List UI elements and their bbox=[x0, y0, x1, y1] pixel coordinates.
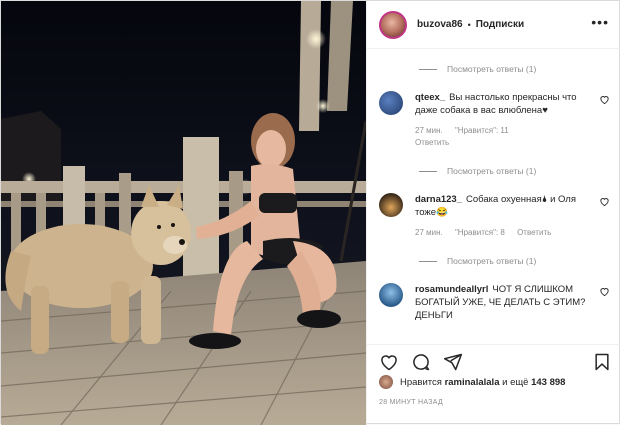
likes-summary: Нравится raminalalala и ещё 143 898 bbox=[379, 375, 565, 389]
comment-likes[interactable]: "Нравится": 8 bbox=[455, 228, 505, 237]
liker-avatar[interactable] bbox=[379, 375, 393, 389]
comment-avatar[interactable] bbox=[379, 193, 403, 217]
heart-icon[interactable] bbox=[379, 352, 399, 372]
comment-time: 27 мин. bbox=[415, 126, 443, 135]
share-icon[interactable] bbox=[443, 352, 463, 372]
following-button[interactable]: Подписки bbox=[476, 19, 524, 30]
post-timestamp[interactable]: 28 МИНУТ НАЗАД bbox=[379, 399, 443, 406]
reply-button[interactable]: Ответить bbox=[415, 138, 449, 147]
view-replies-button[interactable]: Посмотреть ответы (1) bbox=[379, 253, 610, 269]
instagram-post: buzova86 • Подписки ••• Посмотреть ответ… bbox=[0, 0, 620, 425]
comment-heart-icon[interactable] bbox=[599, 196, 610, 207]
post-header: buzova86 • Подписки ••• bbox=[367, 1, 620, 49]
comment-icon[interactable] bbox=[411, 352, 431, 372]
comment-meta: 27 мин. "Нравится": 11 Ответить bbox=[415, 125, 592, 149]
view-replies-button[interactable]: Посмотреть ответы (1) bbox=[379, 163, 610, 179]
comment-time: 27 мин. bbox=[415, 228, 443, 237]
comment-avatar[interactable] bbox=[379, 91, 403, 115]
reply-button[interactable]: Ответить bbox=[517, 228, 551, 237]
comments-list[interactable]: Посмотреть ответы (1) qteex_ Вы настолько… bbox=[367, 49, 620, 341]
post-photo-illustration bbox=[1, 1, 366, 425]
liker-username[interactable]: raminalalala bbox=[445, 377, 500, 388]
comment-username[interactable]: qteex_ bbox=[415, 92, 445, 103]
replies-line bbox=[419, 68, 437, 70]
comment-likes[interactable]: "Нравится": 11 bbox=[455, 126, 509, 135]
comment-username[interactable]: darna123_ bbox=[415, 194, 462, 205]
comment-heart-icon[interactable] bbox=[599, 286, 610, 297]
post-username[interactable]: buzova86 bbox=[417, 19, 463, 30]
post-sidebar: buzova86 • Подписки ••• Посмотреть ответ… bbox=[366, 1, 620, 425]
post-photo[interactable] bbox=[1, 1, 366, 425]
replies-line bbox=[419, 260, 437, 262]
comment-meta: 27 мин. "Нравится": 8 Ответить bbox=[415, 227, 592, 239]
comment-item: rosamundeallyrl ЧОТ Я СЛИШКОМ БОГАТЫЙ УЖЕ… bbox=[379, 283, 610, 322]
view-replies-label: Посмотреть ответы (1) bbox=[447, 256, 537, 266]
more-options-icon[interactable]: ••• bbox=[591, 15, 609, 29]
view-replies-label: Посмотреть ответы (1) bbox=[447, 166, 537, 176]
view-replies-button[interactable]: Посмотреть ответы (1) bbox=[379, 61, 610, 77]
separator-dot: • bbox=[467, 19, 471, 30]
comment-item: qteex_ Вы настолько прекрасны что даже со… bbox=[379, 91, 610, 149]
view-replies-label: Посмотреть ответы (1) bbox=[447, 64, 537, 74]
likes-prefix: Нравится bbox=[400, 376, 442, 388]
post-actions bbox=[367, 344, 620, 372]
comment-heart-icon[interactable] bbox=[599, 94, 610, 105]
bookmark-icon[interactable] bbox=[592, 352, 612, 372]
comment-username[interactable]: rosamundeallyrl bbox=[415, 284, 488, 295]
likes-count[interactable]: 143 898 bbox=[531, 377, 565, 388]
comment-item: darna123_ Собака охуенная🌢 и Оля тоже😂 27… bbox=[379, 193, 610, 239]
replies-line bbox=[419, 170, 437, 172]
likes-middle: и ещё bbox=[502, 376, 529, 388]
comment-avatar[interactable] bbox=[379, 283, 403, 307]
avatar[interactable] bbox=[379, 10, 407, 39]
